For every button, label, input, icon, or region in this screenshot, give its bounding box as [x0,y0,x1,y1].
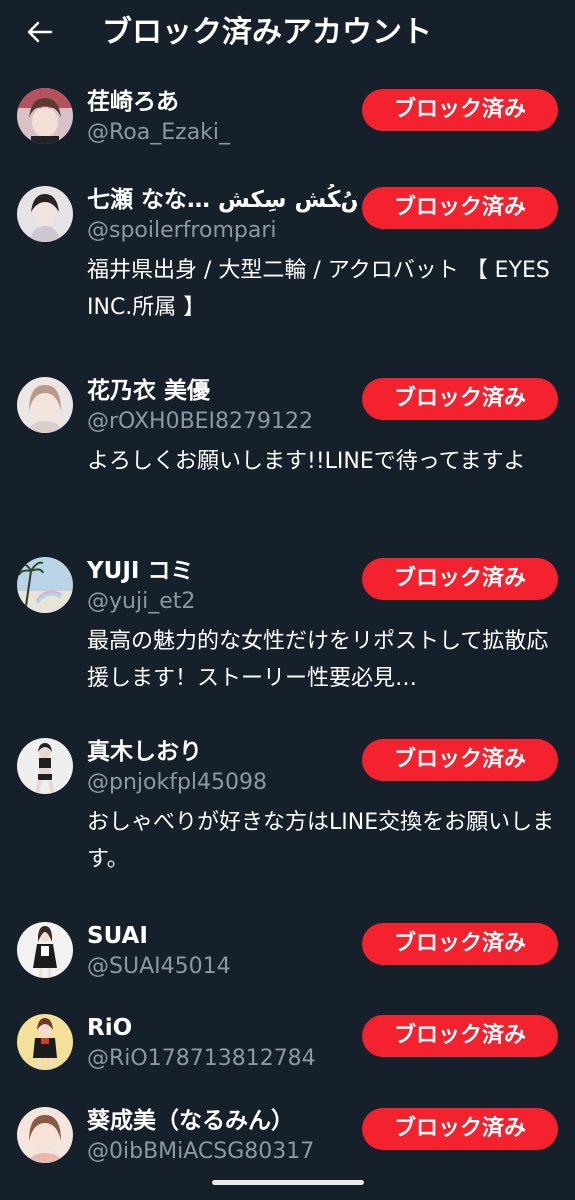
account-name: SUAI [87,923,148,949]
account-handle: @rOXH0BEI8279122 [87,409,314,434]
arrow-left-icon [27,21,53,43]
avatar[interactable] [17,557,73,613]
blocked-button[interactable]: ブロック済み [362,89,558,131]
top-app-bar: ブロック済みアカウント [0,0,575,70]
account-name: 荏崎ろあ [87,89,179,115]
blocked-button[interactable]: ブロック済み [362,923,558,965]
account-handle: @yuji_et2 [87,589,196,614]
avatar[interactable] [17,1107,73,1163]
avatar[interactable] [17,88,73,144]
account-handle: @0ibBMiACSG80317 [87,1139,315,1164]
back-button[interactable] [20,12,60,52]
avatar[interactable] [17,1014,73,1070]
account-row[interactable]: 葵成美（なるみん） @0ibBMiACSG80317 ブロック済み [0,1107,575,1177]
avatar[interactable] [17,738,73,794]
account-name: RiO [87,1015,133,1041]
account-row[interactable]: SUAI @SUAI45014 ブロック済み [0,922,575,992]
account-name: 七瀬 なな… ﺵُﮑُﺶ ﺳِﮑﺶ [87,187,357,213]
avatar[interactable] [17,922,73,978]
account-name: 真木しおり [87,739,202,765]
account-row[interactable]: YUJI コミ @yuji_et2 最高の魅力的な女性だけをリポストして拡散応援… [0,557,575,707]
avatar[interactable] [17,377,73,433]
account-bio: 最高の魅力的な女性だけをリポストして拡散応援します！ストーリー性要必見… [87,629,549,691]
account-row[interactable]: 真木しおり @pnjokfpl45098 おしゃべりが好きな方はLINE交換をお… [0,738,575,888]
account-bio: 福井県出身 / 大型二輪 / アクロバット 【 EYES INC.所属 】 [87,258,550,320]
avatar[interactable] [17,186,73,242]
blocked-button[interactable]: ブロック済み [362,1108,558,1150]
blocked-button[interactable]: ブロック済み [362,739,558,781]
account-handle: @Roa_Ezaki_ [87,120,231,145]
account-handle: @RiO178713812784 [87,1046,316,1071]
account-row[interactable]: 荏崎ろあ @Roa_Ezaki_ ブロック済み [0,88,575,168]
blocked-button[interactable]: ブロック済み [362,558,558,600]
account-name: 花乃衣 美優 [87,378,211,404]
account-row[interactable]: RiO @RiO178713812784 ブロック済み [0,1014,575,1084]
account-handle: @SUAI45014 [87,954,231,979]
account-row[interactable]: 花乃衣 美優 @rOXH0BEI8279122 よろしくお願いします!!LINE… [0,377,575,527]
blocked-button[interactable]: ブロック済み [362,1015,558,1057]
account-row[interactable]: 七瀬 なな… ﺵُﮑُﺶ ﺳِﮑﺶ @spoilerfrompari 福井県出身… [0,186,575,354]
account-bio: おしゃべりが好きな方はLINE交換をお願いします。 [87,810,555,872]
account-handle: @pnjokfpl45098 [87,770,268,795]
page-title: ブロック済みアカウント [102,15,432,50]
blocked-button[interactable]: ブロック済み [362,187,558,229]
account-name: YUJI コミ [87,558,194,584]
account-bio: よろしくお願いします!!LINEで待ってますよ [87,449,526,474]
account-handle: @spoilerfrompari [87,218,277,243]
account-name: 葵成美（なるみん） [87,1108,294,1134]
home-indicator[interactable] [212,1180,364,1185]
blocked-button[interactable]: ブロック済み [362,378,558,420]
